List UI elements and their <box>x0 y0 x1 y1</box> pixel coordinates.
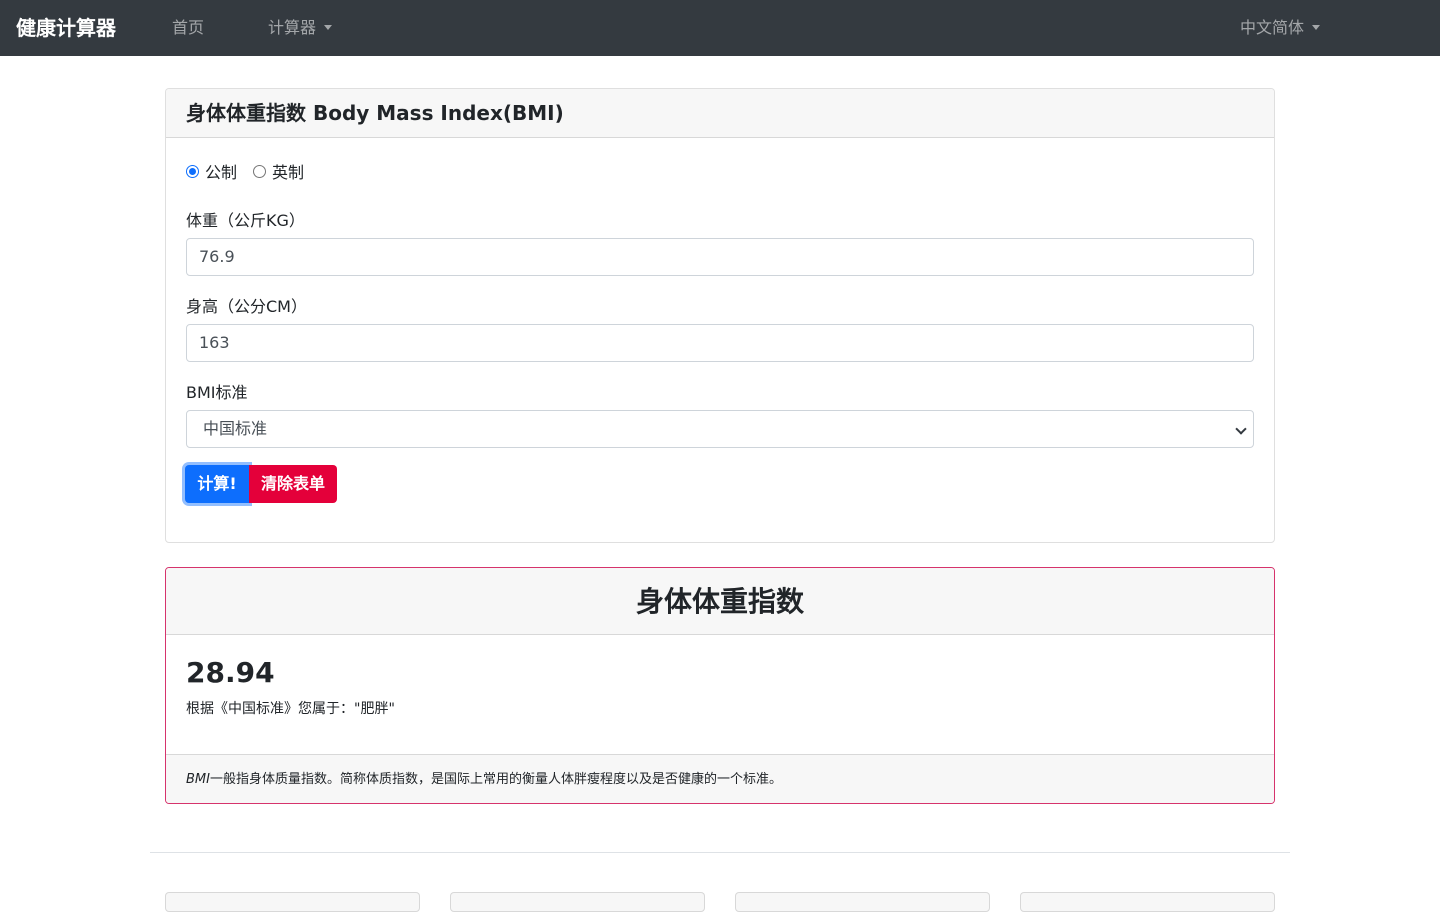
bmi-result-card: 身体体重指数 28.94 根据《中国标准》您属于："肥胖" BMI一般指身体质量… <box>165 567 1275 804</box>
language-dropdown[interactable]: 中文简体 <box>1240 0 1321 56</box>
related-calculator-card[interactable] <box>1020 892 1275 912</box>
chevron-down-icon <box>324 25 333 30</box>
result-card-footer: BMI一般指身体质量指数。简称体质指数，是国际上常用的衡量人体胖瘦程度以及是否健… <box>166 754 1274 803</box>
chevron-down-icon <box>1235 423 1247 435</box>
form-card-title: 身体体重指数 Body Mass Index(BMI) <box>166 89 1274 138</box>
height-input[interactable]: 163 <box>186 324 1254 362</box>
nav-calculators-label: 计算器 <box>268 18 317 37</box>
related-calculator-card[interactable] <box>735 892 990 912</box>
brand-logo[interactable]: 健康计算器 <box>16 0 116 56</box>
height-label: 身高（公分CM） <box>186 297 307 316</box>
nav-calculators-dropdown[interactable]: 计算器 <box>268 0 333 56</box>
result-card-title: 身体体重指数 <box>166 568 1274 635</box>
metric-radio[interactable] <box>186 164 199 178</box>
weight-label: 体重（公斤KG） <box>186 211 305 230</box>
bmi-standard-label: BMI标准 <box>186 383 248 402</box>
related-calculator-card[interactable] <box>165 892 420 912</box>
bmi-standard-value: 中国标准 <box>203 419 268 438</box>
language-label: 中文简体 <box>1240 18 1305 37</box>
imperial-radio-label[interactable]: 英制 <box>272 159 304 183</box>
unit-radio-group: 公制 英制 <box>186 159 320 183</box>
bmi-form-card: 身体体重指数 Body Mass Index(BMI) 公制 英制 体重（公斤K… <box>165 88 1275 543</box>
bmi-standard-select[interactable]: 中国标准 <box>186 410 1254 448</box>
related-calculator-card[interactable] <box>450 892 705 912</box>
bmi-result-value: 28.94 <box>186 656 275 689</box>
imperial-radio[interactable] <box>253 164 267 178</box>
clear-form-button[interactable]: 清除表单 <box>249 465 337 503</box>
weight-input[interactable]: 76.9 <box>186 238 1254 276</box>
section-divider <box>150 852 1290 853</box>
calculate-button[interactable]: 计算! <box>185 465 249 503</box>
bmi-definition: 一般指身体质量指数。简称体质指数，是国际上常用的衡量人体胖瘦程度以及是否健康的一… <box>209 772 782 787</box>
top-navbar: 健康计算器 首页 计算器 中文简体 <box>0 0 1440 56</box>
chevron-down-icon <box>1312 25 1321 30</box>
metric-radio-label[interactable]: 公制 <box>205 159 237 183</box>
nav-home-link[interactable]: 首页 <box>172 0 204 56</box>
bmi-term: BMI <box>186 772 210 787</box>
bmi-result-description: 根据《中国标准》您属于："肥胖" <box>186 701 395 717</box>
